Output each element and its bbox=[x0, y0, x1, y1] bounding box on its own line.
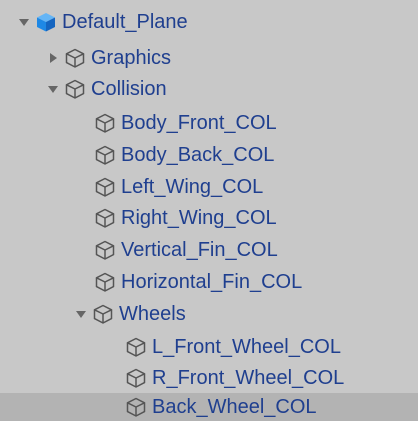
hierarchy-item-label: Wheels bbox=[119, 302, 186, 325]
hierarchy-item-left-wing-col[interactable]: Left_Wing_COL bbox=[0, 171, 418, 202]
gameobject-cube-icon bbox=[94, 144, 116, 166]
hierarchy-item-label: Vertical_Fin_COL bbox=[121, 238, 278, 261]
hierarchy-item-label: Body_Front_COL bbox=[121, 111, 277, 134]
hierarchy-item-r-front-wheel-col[interactable]: R_Front_Wheel_COL bbox=[0, 362, 418, 393]
hierarchy-item-label: Right_Wing_COL bbox=[121, 206, 277, 229]
gameobject-cube-icon bbox=[94, 112, 116, 134]
hierarchy-item-vertical-fin-col[interactable]: Vertical_Fin_COL bbox=[0, 234, 418, 265]
collapsed-arrow-icon[interactable] bbox=[46, 51, 60, 65]
hierarchy-item-label: Default_Plane bbox=[62, 10, 188, 33]
hierarchy-item-label: Collision bbox=[91, 77, 167, 100]
hierarchy-panel: Default_Plane Graphics Collision Body_Fr… bbox=[0, 0, 418, 421]
gameobject-cube-icon bbox=[125, 367, 147, 389]
hierarchy-item-label: Left_Wing_COL bbox=[121, 175, 264, 198]
gameobject-cube-icon bbox=[94, 239, 116, 261]
gameobject-cube-icon bbox=[92, 303, 114, 325]
hierarchy-item-body-back-col[interactable]: Body_Back_COL bbox=[0, 139, 418, 170]
gameobject-cube-icon bbox=[125, 396, 147, 418]
hierarchy-item-collision[interactable]: Collision bbox=[0, 73, 418, 104]
expanded-arrow-icon[interactable] bbox=[74, 307, 88, 321]
hierarchy-item-wheels[interactable]: Wheels bbox=[0, 298, 418, 329]
gameobject-cube-icon bbox=[94, 176, 116, 198]
hierarchy-item-label: Horizontal_Fin_COL bbox=[121, 270, 303, 293]
hierarchy-item-horizontal-fin-col[interactable]: Horizontal_Fin_COL bbox=[0, 266, 418, 297]
gameobject-cube-icon bbox=[94, 207, 116, 229]
hierarchy-item-label: Body_Back_COL bbox=[121, 143, 275, 166]
expanded-arrow-icon[interactable] bbox=[17, 15, 31, 29]
prefab-cube-icon bbox=[35, 11, 57, 33]
hierarchy-item-right-wing-col[interactable]: Right_Wing_COL bbox=[0, 202, 418, 233]
gameobject-cube-icon bbox=[94, 271, 116, 293]
hierarchy-item-back-wheel-col[interactable]: Back_Wheel_COL bbox=[0, 393, 418, 421]
hierarchy-item-default-plane[interactable]: Default_Plane bbox=[0, 6, 418, 37]
hierarchy-item-label: Graphics bbox=[91, 46, 172, 69]
hierarchy-item-label: R_Front_Wheel_COL bbox=[152, 366, 345, 389]
hierarchy-item-label: Back_Wheel_COL bbox=[152, 396, 317, 418]
hierarchy-item-label: L_Front_Wheel_COL bbox=[152, 335, 341, 358]
hierarchy-item-l-front-wheel-col[interactable]: L_Front_Wheel_COL bbox=[0, 331, 418, 362]
expanded-arrow-icon[interactable] bbox=[46, 82, 60, 96]
hierarchy-item-graphics[interactable]: Graphics bbox=[0, 42, 418, 73]
gameobject-cube-icon bbox=[125, 336, 147, 358]
hierarchy-item-body-front-col[interactable]: Body_Front_COL bbox=[0, 107, 418, 138]
gameobject-cube-icon bbox=[64, 78, 86, 100]
gameobject-cube-icon bbox=[64, 47, 86, 69]
